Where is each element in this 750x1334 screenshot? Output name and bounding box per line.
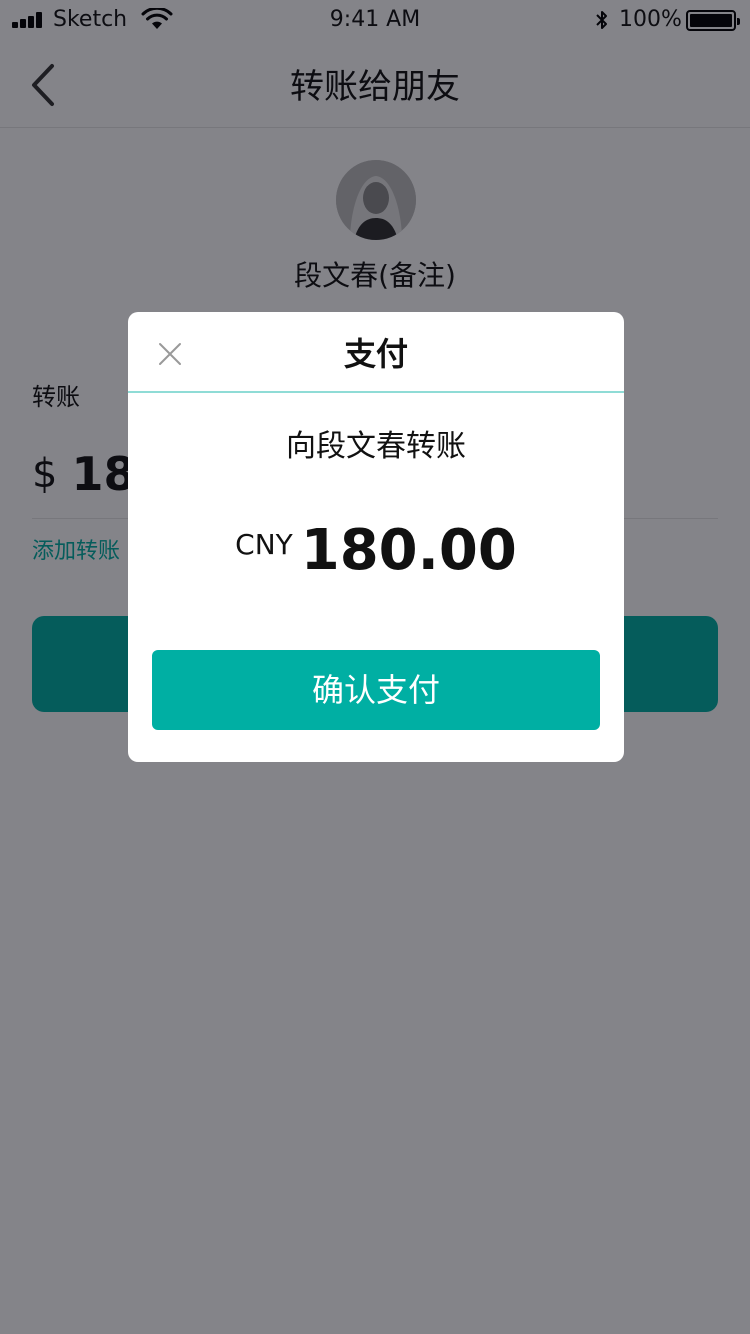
currency-code: CNY <box>235 528 293 561</box>
dialog-amount: CNY 180.00 <box>128 516 624 586</box>
dialog-subtitle: 向段文春转账 <box>286 429 466 464</box>
dialog-divider <box>128 391 624 393</box>
amount-display: 180.00 <box>300 518 517 583</box>
payment-dialog: 支付 向段文春转账 CNY 180.00 确认支付 <box>128 312 624 762</box>
dialog-title: 支付 <box>343 335 408 373</box>
confirm-pay-button[interactable]: 确认支付 <box>152 650 600 730</box>
